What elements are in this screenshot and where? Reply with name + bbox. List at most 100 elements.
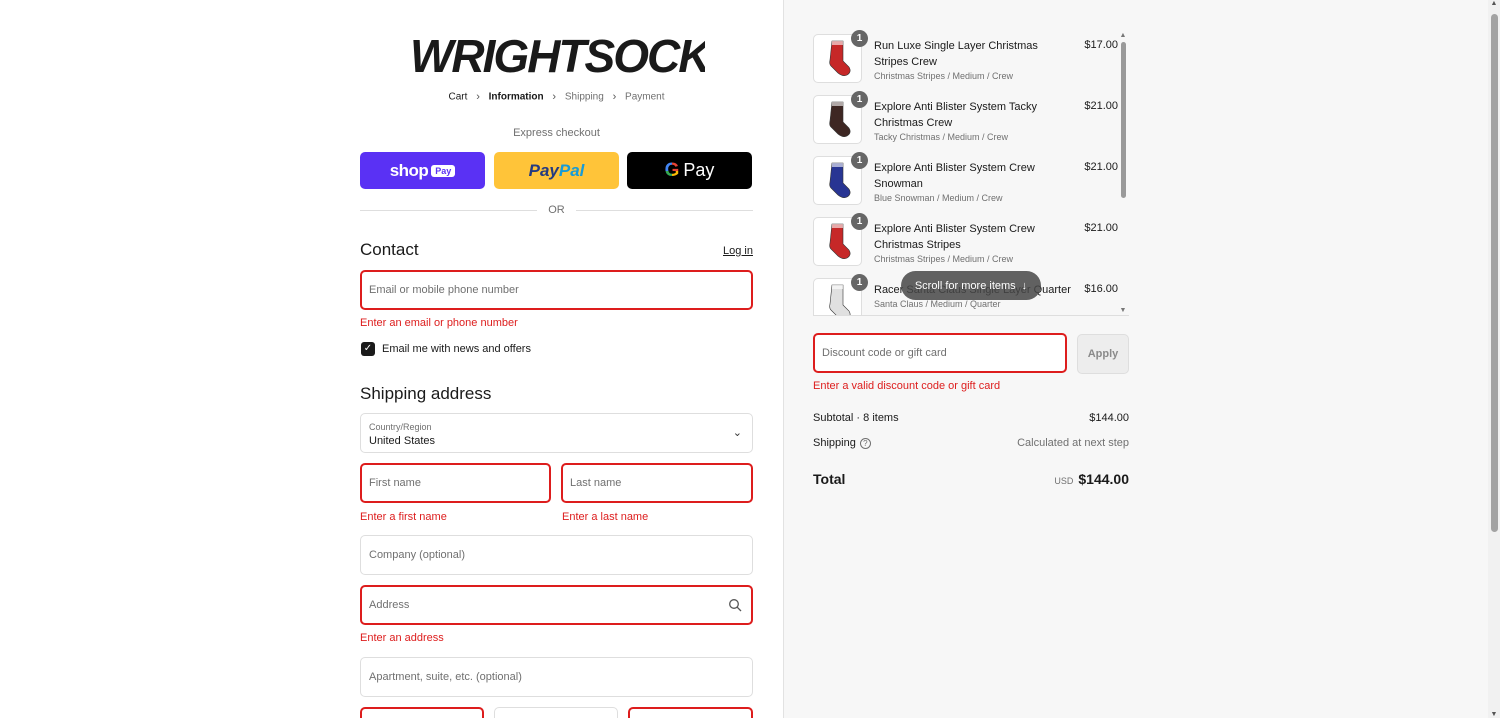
question-mark-icon[interactable]: ? <box>859 437 871 449</box>
google-pay-text: Pay <box>683 160 715 180</box>
breadcrumb-payment: Payment <box>625 91 665 103</box>
city-field[interactable] <box>360 707 484 718</box>
paypal-pal-text: Pal <box>558 160 585 180</box>
item-price: $16.00 <box>1084 283 1118 295</box>
google-pay-wordmark: G Pay <box>665 160 715 182</box>
subtotal-label: Subtotal · 8 items <box>813 412 899 424</box>
country-select[interactable]: Country/Region United States ⌄ <box>360 413 753 453</box>
shop-pay-button[interactable]: shop Pay <box>360 152 485 189</box>
item-price: $21.00 <box>1084 100 1118 112</box>
chevron-down-icon: ⌄ <box>732 427 742 439</box>
first-name-field[interactable]: First name <box>360 463 551 503</box>
login-link[interactable]: Log in <box>723 245 753 257</box>
apartment-field[interactable]: Apartment, suite, etc. (optional) <box>360 657 753 697</box>
item-name: Explore Anti Blister System Tacky Christ… <box>874 101 1038 129</box>
page-scrollbar[interactable]: ▲ ▼ <box>1488 0 1500 718</box>
breadcrumb: Cart › Information › Shipping › Payment <box>360 91 753 103</box>
scroll-down-arrow-icon[interactable]: ▼ <box>1119 307 1127 314</box>
shop-pay-badge: Pay <box>431 164 456 177</box>
last-name-placeholder: Last name <box>570 477 622 489</box>
sock-icon <box>828 40 850 76</box>
scroll-up-arrow-icon[interactable]: ▲ <box>1119 32 1127 39</box>
shipping-label: Shipping <box>813 437 856 449</box>
checkout-form-panel: WRIGHTSOCK Cart › Information › Shipping… <box>0 0 783 718</box>
apartment-placeholder: Apartment, suite, etc. (optional) <box>369 671 522 683</box>
order-item: 1 Explore Anti Blister System Tacky Chris… <box>813 91 1118 145</box>
country-value: United States <box>369 435 436 447</box>
zip-field[interactable] <box>628 707 753 718</box>
or-divider: OR <box>360 204 753 218</box>
apply-discount-button[interactable]: Apply <box>1077 334 1129 374</box>
order-item: 1 Explore Anti Blister System Crew Snowma… <box>813 152 1118 206</box>
order-items-scrollbar[interactable]: ▲ ▼ <box>1119 32 1127 314</box>
paypal-wordmark: PayPal <box>529 161 585 181</box>
sock-icon <box>828 162 850 198</box>
total-row: Total USD $144.00 <box>813 471 1129 487</box>
email-field[interactable]: Email or mobile phone number <box>360 270 753 310</box>
page-scrollbar-thumb[interactable] <box>1491 14 1498 532</box>
sock-icon <box>828 284 850 315</box>
quantity-badge: 1 <box>851 30 868 47</box>
discount-error: Enter a valid discount code or gift card <box>813 380 1001 392</box>
email-error: Enter an email or phone number <box>360 317 518 329</box>
item-price: $21.00 <box>1084 161 1118 173</box>
item-name: Run Luxe Single Layer Christmas Stripes … <box>874 40 1038 68</box>
last-name-error: Enter a last name <box>562 511 649 523</box>
google-pay-button[interactable]: G Pay <box>627 152 752 189</box>
chevron-right-icon: › <box>612 91 617 103</box>
quantity-badge: 1 <box>851 91 868 108</box>
quantity-badge: 1 <box>851 213 868 230</box>
last-name-field[interactable]: Last name <box>561 463 753 503</box>
breadcrumb-information: Information <box>488 91 544 103</box>
item-name: Explore Anti Blister System Crew Snowman <box>874 162 1035 190</box>
subtotal-row: Subtotal · 8 items $144.00 <box>813 412 1129 424</box>
country-label: Country/Region <box>369 422 432 432</box>
wrightsock-logo[interactable]: WRIGHTSOCK <box>410 30 716 82</box>
newsletter-label: Email me with news and offers <box>382 343 531 355</box>
item-variant: Santa Claus / Medium / Quarter <box>874 299 1001 309</box>
newsletter-option[interactable]: ✓ Email me with news and offers <box>361 342 531 356</box>
address-placeholder: Address <box>369 599 410 611</box>
divider-line <box>576 210 753 211</box>
email-placeholder: Email or mobile phone number <box>369 284 519 296</box>
item-name: Explore Anti Blister System Crew Christm… <box>874 223 1035 251</box>
page-scroll-down-icon[interactable]: ▼ <box>1488 711 1500 718</box>
scrollbar-thumb[interactable] <box>1121 42 1126 198</box>
total-value: $144.00 <box>1078 471 1129 487</box>
address-field[interactable]: Address <box>360 585 753 625</box>
chevron-right-icon: › <box>476 91 480 103</box>
scroll-for-more-items-button[interactable]: Scroll for more items ↓ <box>901 271 1041 300</box>
contact-title: Contact <box>360 240 419 259</box>
shipping-row: Shipping? Calculated at next step <box>813 437 1129 449</box>
subtotal-value: $144.00 <box>1089 412 1129 424</box>
sock-icon <box>828 101 850 137</box>
state-select[interactable] <box>494 707 618 718</box>
quantity-badge: 1 <box>851 274 868 291</box>
paypal-button[interactable]: PayPal <box>494 152 619 189</box>
item-price: $17.00 <box>1084 39 1118 51</box>
discount-placeholder: Discount code or gift card <box>822 347 947 359</box>
logo-text: WRIGHTSOCK <box>410 30 705 78</box>
shipping-address-title: Shipping address <box>360 384 492 403</box>
paypal-pay-text: Pay <box>528 160 559 180</box>
page-scroll-up-icon[interactable]: ▲ <box>1488 0 1500 7</box>
company-placeholder: Company (optional) <box>369 549 465 561</box>
total-label: Total <box>813 471 846 487</box>
sock-icon <box>828 223 850 259</box>
shipping-value: Calculated at next step <box>1017 437 1129 449</box>
breadcrumb-shipping: Shipping <box>564 91 604 103</box>
item-variant: Christmas Stripes / Medium / Crew <box>874 71 1014 81</box>
chevron-right-icon: › <box>552 91 557 103</box>
newsletter-checkbox[interactable]: ✓ <box>361 342 375 356</box>
company-field[interactable]: Company (optional) <box>360 535 753 575</box>
address-error: Enter an address <box>360 632 444 644</box>
item-variant: Tacky Christmas / Medium / Crew <box>874 132 1009 142</box>
total-currency: USD <box>1054 476 1074 486</box>
scroll-hint-text: Scroll for more items <box>914 279 1016 292</box>
item-price: $21.00 <box>1084 222 1118 234</box>
first-name-placeholder: First name <box>369 477 421 489</box>
breadcrumb-cart[interactable]: Cart <box>449 92 468 103</box>
google-g-icon: G <box>664 159 680 181</box>
order-item: 1 Explore Anti Blister System Crew Christ… <box>813 213 1118 267</box>
discount-code-field[interactable]: Discount code or gift card <box>813 333 1067 373</box>
